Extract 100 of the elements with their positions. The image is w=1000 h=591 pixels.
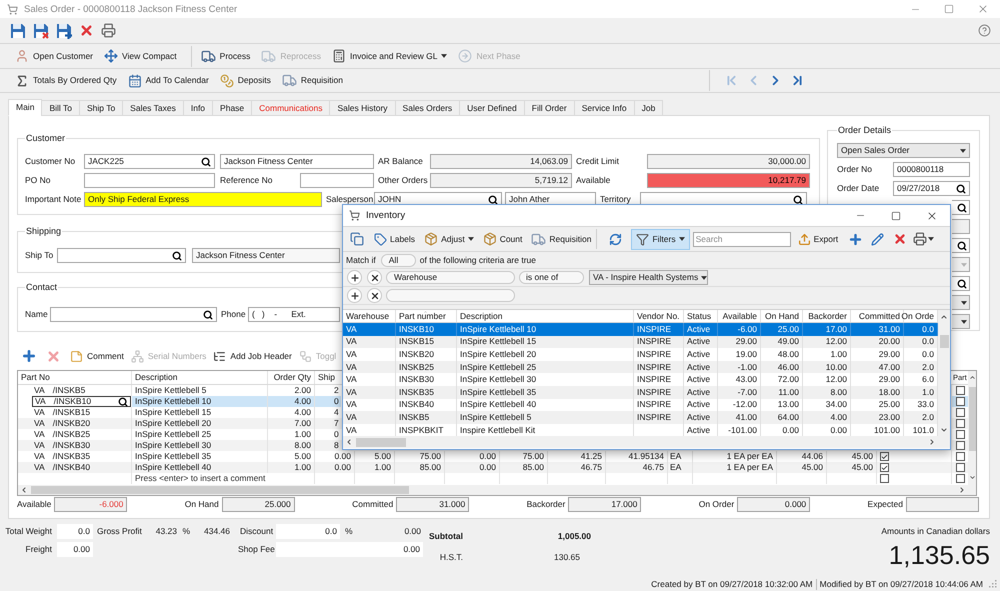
column-header[interactable]: Part number (396, 310, 457, 322)
scrollbar-thumb[interactable] (968, 387, 976, 451)
toolbar-button[interactable]: Add Job Header (213, 350, 292, 362)
column-header[interactable]: Warehouse (343, 310, 396, 322)
edit-button[interactable] (870, 232, 886, 246)
dropdown[interactable] (952, 295, 970, 310)
order-no-field[interactable]: 0000800118 (893, 162, 970, 177)
stock-field[interactable] (906, 497, 979, 512)
refresh-button[interactable] (608, 232, 624, 246)
checkbox[interactable] (956, 408, 964, 417)
add-button[interactable] (848, 232, 864, 246)
table-row[interactable]: VA INSKB40 InSpire Kettlebell 40 INSPIRE Active -12.00 13.00 34.00 25.00 33.0 (343, 398, 938, 412)
checkbox[interactable] (956, 452, 964, 461)
part-editor-field[interactable]: VA /INSKB10 (32, 396, 131, 407)
toolbar-button[interactable]: View Compact (101, 46, 180, 66)
total-weight-field[interactable]: 0.0 (57, 524, 93, 539)
credit-limit-field[interactable]: 30,000.00 (647, 154, 810, 169)
checkbox[interactable] (956, 474, 964, 483)
customer-name-field[interactable]: Jackson Fitness Center (220, 154, 374, 169)
add-criteria-button[interactable] (347, 288, 362, 303)
filters-button[interactable]: Filters (631, 228, 690, 250)
checkbox[interactable] (880, 474, 889, 483)
toolbar-button[interactable]: Requisition (531, 232, 592, 246)
toolbar-button[interactable]: Labels (374, 232, 416, 246)
remove-criteria-button[interactable] (367, 288, 382, 303)
table-row[interactable]: VA INSKB30 InSpire Kettlebell 30 INSPIRE Active 43.00 72.00 12.00 29.00 6.0 (343, 373, 938, 386)
scrollbar-thumb[interactable] (356, 438, 406, 447)
freight-field[interactable]: 0.00 (57, 542, 93, 557)
toolbar-button[interactable]: Open Customer (12, 46, 96, 66)
print-button[interactable] (99, 22, 117, 40)
ship-to-field[interactable] (57, 248, 186, 263)
checkbox[interactable] (956, 419, 964, 428)
checkbox[interactable] (880, 452, 889, 461)
stock-field[interactable]: 0.000 (737, 497, 810, 512)
save-and-new-button[interactable] (55, 22, 73, 40)
column-header[interactable]: Description (457, 310, 634, 322)
help-button[interactable] (977, 24, 991, 38)
copy-button[interactable] (349, 231, 365, 247)
criteria-value-dropdown[interactable]: VA - Inspire Health Systems (589, 270, 708, 285)
match-mode-dropdown[interactable]: All (380, 254, 416, 266)
horizontal-scrollbar[interactable] (18, 485, 968, 495)
column-header[interactable]: Available (718, 310, 761, 322)
tab[interactable]: Bill To (41, 100, 80, 116)
other-orders-field[interactable]: 5,719.12 (430, 173, 572, 188)
table-row[interactable]: VA INSKB5 InSpire Kettlebell 5 INSPIRE Active 41.00 64.00 4.00 23.00 2.0 (343, 411, 938, 424)
checkbox[interactable] (956, 430, 964, 439)
checkbox[interactable] (880, 463, 889, 472)
input-field[interactable] (952, 238, 970, 253)
table-row[interactable]: VA /INSKB40 InSpire Kettlebell 40 1.00 0.00 1.00 85.00 0.00 85.00 46.75 46.75 EA 1 EA per EA 45.00 45.00 (18, 462, 968, 473)
tab[interactable]: Sales History (329, 100, 396, 116)
column-header[interactable]: Backorder (803, 310, 851, 322)
stock-field[interactable]: -6.000 (54, 497, 128, 512)
criteria-operator-dropdown[interactable]: is one of (519, 271, 584, 284)
vertical-scrollbar[interactable] (938, 310, 950, 436)
phone-field[interactable]: ( ) - Ext. (248, 307, 340, 322)
input-field[interactable] (952, 276, 970, 291)
toolbar-button[interactable]: Adjust (424, 232, 474, 246)
vertical-scrollbar[interactable] (968, 371, 976, 495)
order-date-field[interactable]: 09/27/2018 (893, 181, 970, 196)
checkbox[interactable] (956, 397, 964, 406)
table-row[interactable]: VA INSKB10 InSpire Kettlebell 10 INSPIRE Active -6.00 25.00 17.00 31.00 0.0 (343, 323, 938, 336)
customer-no-field[interactable]: JACK225 (84, 154, 215, 169)
input-field[interactable] (952, 200, 970, 215)
toolbar-button[interactable]: Count (482, 232, 522, 246)
discount-field[interactable]: 0.0 (276, 524, 340, 539)
toolbar-button[interactable]: Totals By Ordered Qty (12, 70, 120, 90)
ship-to-name-field[interactable]: Jackson Fitness Center (192, 248, 340, 263)
checkbox[interactable] (956, 386, 964, 395)
dropdown[interactable] (952, 314, 970, 329)
table-row[interactable]: VA INSKB25 InSpire Kettlebell 25 INSPIRE Active -1.00 46.00 10.00 47.00 2.0 (343, 360, 938, 374)
tab[interactable]: Job (634, 100, 664, 116)
toolbar-button[interactable]: Add To Calendar (124, 70, 212, 90)
add-criteria-button[interactable] (347, 270, 362, 285)
tab[interactable]: Ship To (78, 100, 124, 116)
reference-no-field[interactable] (300, 173, 374, 188)
stock-field[interactable]: 17.000 (568, 497, 642, 512)
toolbar-button[interactable]: Requisition (278, 70, 346, 90)
po-no-field[interactable] (84, 173, 215, 188)
table-row[interactable]: VA INSKB20 InSpire Kettlebell 20 INSPIRE Active 19.00 48.00 1.00 29.00 0.0 (343, 348, 938, 361)
checkbox[interactable] (956, 463, 964, 472)
scrollbar-thumb[interactable] (940, 335, 948, 348)
checkbox[interactable] (956, 441, 964, 450)
contact-name-field[interactable] (50, 307, 217, 322)
criteria-field-dropdown[interactable]: Warehouse (386, 271, 515, 284)
column-header[interactable]: On Hand (761, 310, 803, 322)
horizontal-scrollbar[interactable] (343, 436, 950, 448)
stock-field[interactable]: 31.000 (396, 497, 470, 512)
table-row[interactable]: VA INSPKBKIT Inspire Kettlebell Kit Active -101.00 0.00 0.00 101.00 101.0 (343, 424, 938, 436)
criteria-field[interactable] (386, 289, 515, 302)
ar-balance-field[interactable]: 14,063.09 (430, 154, 572, 169)
stock-field[interactable]: 25.000 (222, 497, 295, 512)
important-note-field[interactable]: Only Ship Federal Express (84, 192, 322, 207)
export-button[interactable]: Export (798, 232, 838, 246)
tab[interactable]: Main (8, 99, 42, 116)
column-header[interactable]: Status (684, 310, 718, 322)
add-line-button[interactable] (21, 348, 37, 364)
save-and-close-button[interactable] (32, 22, 50, 40)
toolbar-button[interactable]: Comment (70, 350, 124, 362)
table-row[interactable]: VA INSKB15 InSpire Kettlebell 15 INSPIRE Active 29.00 49.00 12.00 20.00 0.0 (343, 336, 938, 348)
save-button[interactable] (9, 22, 27, 40)
